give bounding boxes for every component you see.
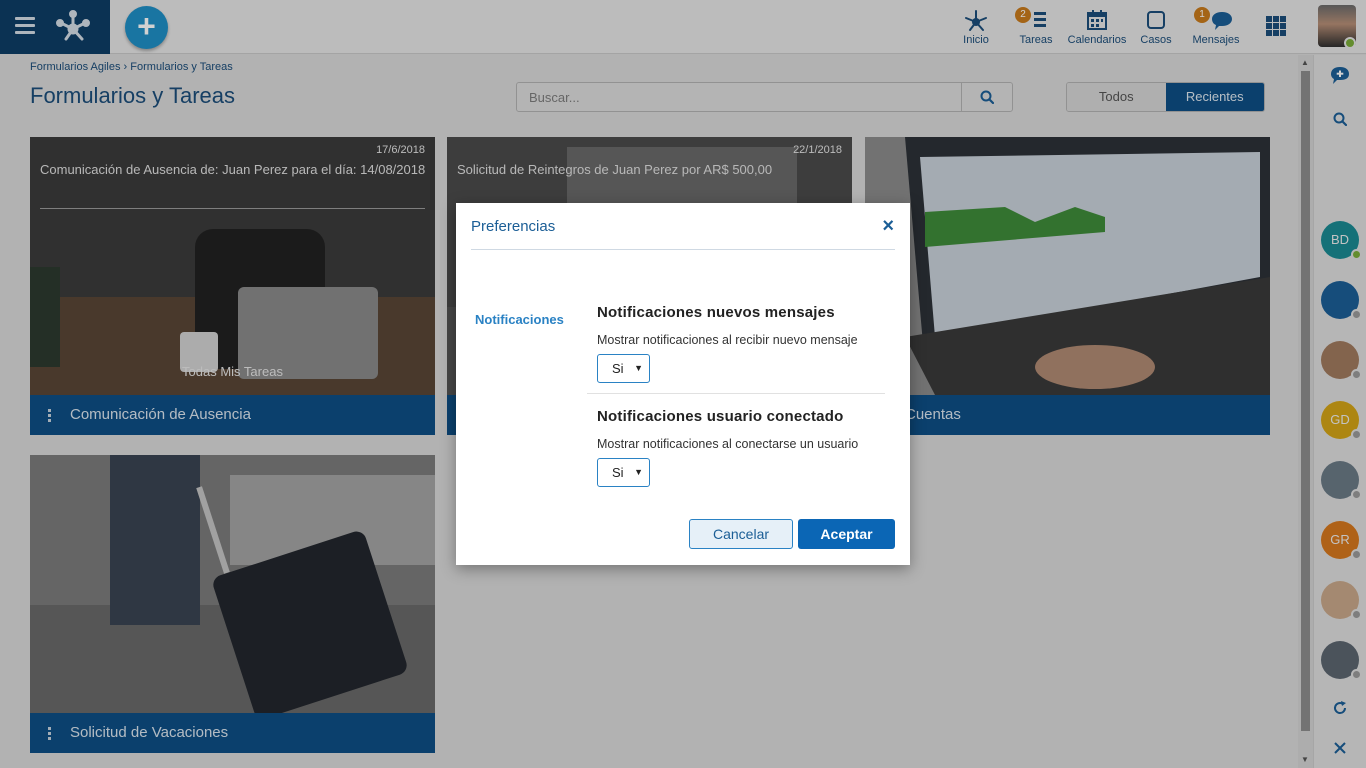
preferences-dialog: Preferencias × Notificaciones Notificaci…: [456, 203, 910, 565]
section-title-user-connected: Notificaciones usuario conectado: [597, 408, 844, 425]
accept-button[interactable]: Aceptar: [798, 519, 895, 549]
cancel-button[interactable]: Cancelar: [689, 519, 793, 549]
section-title-new-messages: Notificaciones nuevos mensajes: [597, 304, 835, 321]
section-divider: [587, 393, 885, 394]
dialog-title: Preferencias: [471, 218, 556, 235]
caret-down-icon: ▼: [634, 467, 643, 477]
close-icon[interactable]: ×: [882, 216, 894, 236]
tab-notificaciones[interactable]: Notificaciones: [475, 312, 564, 327]
new-messages-select[interactable]: Si ▼: [597, 354, 650, 383]
select-value: Si: [612, 361, 624, 376]
caret-down-icon: ▼: [634, 363, 643, 373]
section-desc-user-connected: Mostrar notificaciones al conectarse un …: [597, 437, 859, 451]
user-connected-select[interactable]: Si ▼: [597, 458, 650, 487]
select-value: Si: [612, 465, 624, 480]
dialog-divider: [471, 249, 895, 250]
section-desc-new-messages: Mostrar notificaciones al recibir nuevo …: [597, 333, 858, 347]
